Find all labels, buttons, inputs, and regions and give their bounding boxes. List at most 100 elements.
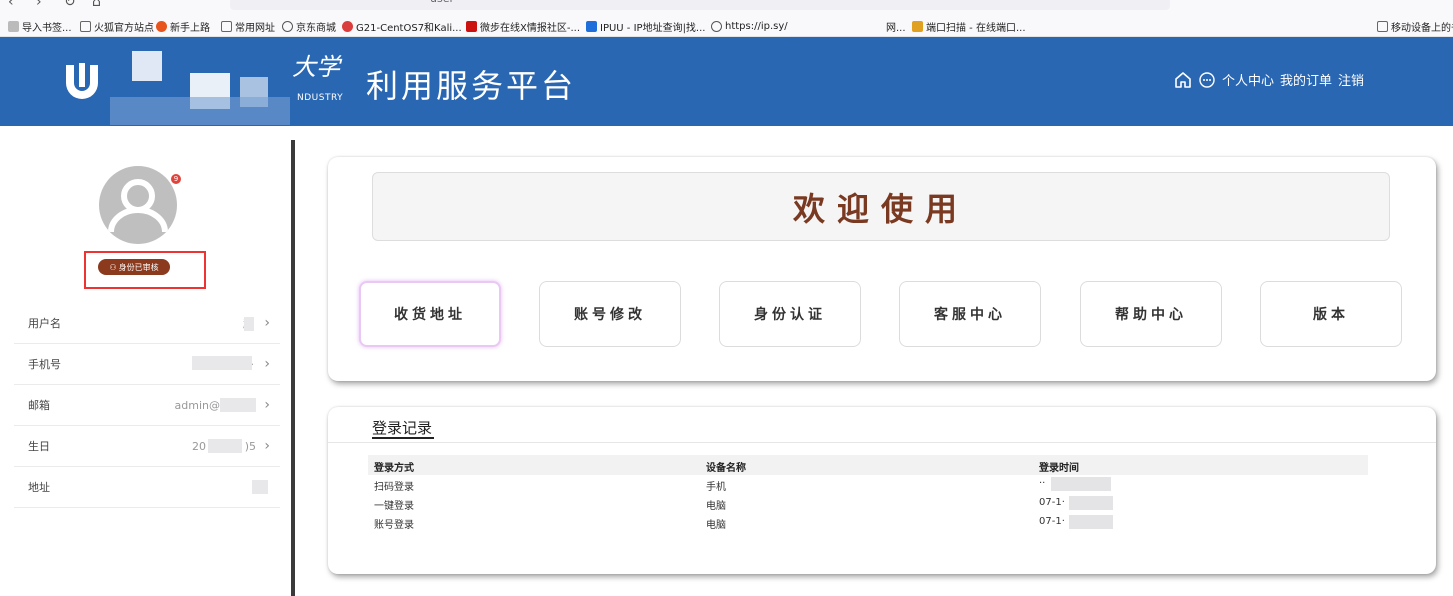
shipping-address-button[interactable]: 收货地址: [359, 281, 501, 347]
bookmark-ipsy[interactable]: https://ip.sy/: [711, 17, 788, 35]
login-record-title: 登录记录: [372, 419, 433, 437]
browser-toolbar: ‹ › ↻ ⌂ user 导入书签... 火狐官方站点 新手上路 常用网址 京东…: [0, 0, 1453, 50]
university-logo-icon: [66, 63, 98, 99]
column-header: 设备名称: [706, 463, 746, 474]
import-icon: [8, 20, 19, 32]
info-value: 20: [192, 439, 206, 453]
customer-service-button[interactable]: 客服中心: [899, 281, 1041, 347]
identity-verify-button[interactable]: 身份认证: [719, 281, 861, 347]
login-method: 账号登录: [374, 520, 414, 531]
top-nav: 个人中心 我的订单 注销: [1174, 70, 1364, 89]
bookmark-portscan[interactable]: 端口扫描 - 在线端口...: [912, 17, 1026, 35]
login-time: ··: [1039, 478, 1046, 489]
page-title: 利用服务平台: [366, 67, 577, 105]
bookmark-threatbook[interactable]: 微步在线X情报社区-...: [466, 17, 580, 35]
firefox-icon: [156, 20, 167, 32]
logo-redacted: [110, 97, 290, 125]
forward-icon[interactable]: ›: [36, 0, 42, 10]
industry-text: NDUSTRY: [297, 93, 344, 103]
chevron-right-icon: ›: [264, 356, 270, 372]
globe-icon: [282, 20, 293, 32]
nav-orders[interactable]: 我的订单: [1280, 70, 1332, 89]
globe-icon: [711, 20, 722, 32]
chevron-right-icon: ›: [264, 438, 270, 454]
info-label: 地址: [28, 481, 50, 494]
x-icon: [466, 20, 477, 32]
info-value-tail: )5: [244, 439, 256, 453]
info-row-birthday[interactable]: 生日 20 )5 ›: [14, 426, 280, 467]
ip-icon: [586, 20, 597, 32]
login-method: 一键登录: [374, 501, 414, 512]
device-name: 手机: [706, 482, 726, 493]
welcome-text: 欢迎使用: [792, 189, 969, 228]
bookmark-getting-started[interactable]: 新手上路: [156, 17, 210, 35]
bookmark-jd[interactable]: 京东商城: [282, 17, 336, 35]
bookmark-firefox[interactable]: 火狐官方站点: [80, 17, 154, 35]
title-underline: [372, 437, 434, 439]
info-row-address[interactable]: 地址: [14, 467, 280, 508]
account-edit-button[interactable]: 账号修改: [539, 281, 681, 347]
home-browser-icon[interactable]: ⌂: [92, 0, 101, 10]
reload-icon[interactable]: ↻: [64, 0, 76, 10]
version-button[interactable]: 版本: [1260, 281, 1402, 347]
university-name-script: 大学: [292, 53, 340, 81]
redacted-time: [1051, 477, 1111, 491]
login-record-table: 登录方式 设备名称 登录时间 扫码登录 手机 ·· 一键登录 电脑 07-1· …: [368, 455, 1368, 531]
welcome-banner: 欢迎使用: [372, 172, 1390, 241]
bookmark-common[interactable]: 常用网址: [221, 17, 275, 35]
nav-profile[interactable]: 个人中心: [1222, 70, 1274, 89]
column-header: 登录时间: [1039, 463, 1079, 474]
site-header: 大学 NDUSTRY 利用服务平台 个人中心 我的订单 注销: [0, 37, 1453, 126]
user-avatar-icon: [108, 179, 168, 233]
table-row: 一键登录 电脑 07-1·: [368, 493, 1368, 512]
bookmarks-bar: 导入书签... 火狐官方站点 新手上路 常用网址 京东商城 G21-CentOS…: [0, 17, 1453, 50]
profile-info-list: 用户名 赵 › 手机号 ··· ·· ·· · › 邮箱 admin@ › 生日…: [14, 303, 280, 508]
sidebar-divider: [291, 140, 295, 596]
home-icon[interactable]: [1174, 71, 1192, 89]
welcome-card: 欢迎使用 收货地址 账号修改 身份认证 客服中心 帮助中心 版本: [328, 157, 1436, 381]
redacted-time: [1069, 515, 1113, 529]
redacted-value: [244, 317, 254, 331]
info-row-username[interactable]: 用户名 赵 ›: [14, 303, 280, 344]
address-bar[interactable]: user: [230, 0, 1170, 10]
folder-icon: [80, 20, 91, 32]
table-header: 登录方式 设备名称 登录时间: [368, 455, 1368, 474]
info-label: 生日: [28, 440, 50, 453]
chevron-right-icon: ›: [264, 315, 270, 331]
redacted-value: [208, 439, 242, 453]
more-icon[interactable]: [1198, 71, 1216, 89]
column-header: 登录方式: [374, 463, 414, 474]
chevron-right-icon: ›: [264, 397, 270, 413]
folder-icon: [1377, 20, 1388, 32]
device-name: 电脑: [706, 520, 726, 531]
user-check-icon: ⚇: [109, 262, 117, 272]
redacted-value: [252, 480, 268, 494]
redacted-time: [1069, 496, 1113, 510]
help-center-button[interactable]: 帮助中心: [1080, 281, 1222, 347]
info-label: 邮箱: [28, 399, 50, 412]
scan-icon: [912, 20, 923, 32]
bookmark-net[interactable]: 网...: [886, 17, 906, 35]
shield-icon: [342, 20, 353, 32]
nav-logout[interactable]: 注销: [1338, 70, 1364, 89]
verified-badge: ⚇ 身份已审核: [98, 259, 170, 275]
divider: [328, 442, 1436, 443]
login-method: 扫码登录: [374, 482, 414, 493]
login-time: 07-1·: [1039, 516, 1065, 527]
bookmark-mobile[interactable]: 移动设备上的书: [1377, 17, 1453, 35]
back-icon[interactable]: ‹: [8, 0, 14, 10]
folder-icon: [221, 20, 232, 32]
info-label: 手机号: [28, 358, 61, 371]
info-row-phone[interactable]: 手机号 ··· ·· ·· · ›: [14, 344, 280, 385]
logo-redacted: [132, 51, 162, 81]
info-row-email[interactable]: 邮箱 admin@ ›: [14, 385, 280, 426]
redacted-value: [220, 398, 256, 412]
info-value: admin@: [174, 398, 220, 412]
browser-nav-row: ‹ › ↻ ⌂ user: [0, 0, 1453, 14]
notification-badge: 9: [170, 173, 182, 185]
bookmark-ipuu[interactable]: IPUU - IP地址查询|找...: [586, 17, 705, 35]
table-row: 扫码登录 手机 ··: [368, 474, 1368, 493]
avatar[interactable]: [99, 166, 177, 244]
bookmark-import[interactable]: 导入书签...: [8, 17, 72, 35]
bookmark-g21[interactable]: G21-CentOS7和Kali...: [342, 17, 462, 35]
